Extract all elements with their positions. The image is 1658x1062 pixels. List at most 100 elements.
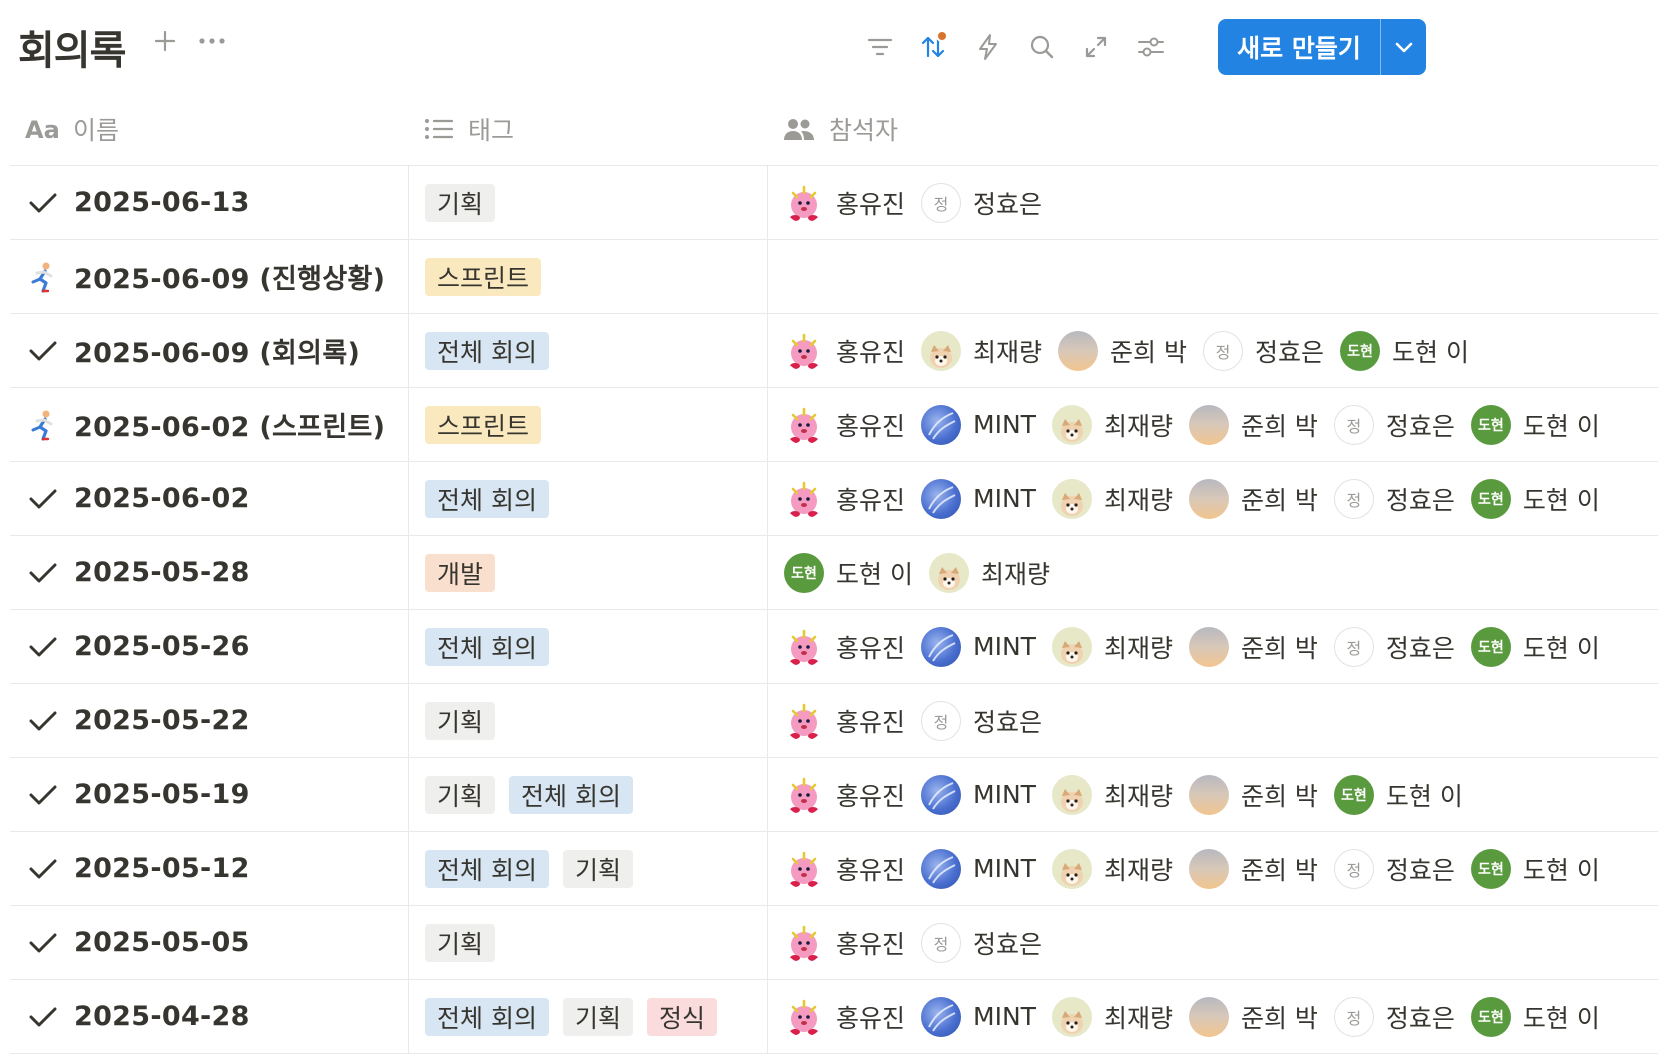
tag-formal: 정식 (646, 997, 717, 1036)
cell-attendees[interactable]: 홍유진 MINT 최재량 준희 박 정 정효은 도현 도현 이 (768, 388, 1648, 461)
attendee-name: 정효은 (1385, 485, 1455, 515)
sort-button[interactable] (916, 30, 950, 64)
cell-attendees[interactable]: 홍유진 MINT 최재량 준희 박 정 정효은 도현 도현 이 (768, 462, 1648, 535)
cell-name[interactable]: 2025-06-09 (회의록) (10, 314, 409, 387)
table-row[interactable]: 2025-06-09 (회의록) 전체 회의 홍유진 최재량 준희 박 정 정효은 도현 도현 … (10, 314, 1658, 388)
attendee: 홍유진 (784, 330, 905, 371)
cell-tags[interactable]: 기획 (409, 166, 768, 239)
avatar (784, 700, 824, 741)
page-title[interactable]: 회의록 (18, 18, 126, 76)
page-icon (26, 778, 60, 812)
cell-name[interactable]: 2025-05-28 (10, 536, 409, 609)
checkmark-icon (29, 637, 57, 656)
table-row[interactable]: 2025-06-13 기획 홍유진 정 정효은 (10, 166, 1658, 240)
cell-name[interactable]: 2025-06-13 (10, 166, 409, 239)
cell-tags[interactable]: 스프린트 (409, 388, 768, 461)
cell-attendees[interactable]: 홍유진 정 정효은 (768, 906, 1648, 979)
tag-all-hands: 전체 회의 (425, 479, 549, 518)
avatar (1188, 996, 1229, 1037)
cell-name[interactable]: 2025-05-22 (10, 684, 409, 757)
table-row[interactable]: 2025-04-28 전체 회의 기획 정식 홍유진 MINT 최재량 준희 박 정 정효은 도현 도… (10, 980, 1658, 1054)
cell-tags[interactable]: 기획 (409, 906, 768, 979)
attendee-name: 도현 이 (1522, 411, 1600, 441)
attendee-name: 도현 이 (1522, 1003, 1600, 1033)
tag-planning: 기획 (425, 701, 496, 740)
table-row[interactable]: 2025-05-28 개발 도현 도현 이 최재량 (10, 536, 1658, 610)
cell-tags[interactable]: 기획 (409, 684, 768, 757)
cell-attendees[interactable]: 홍유진 MINT 최재량 준희 박 정 정효은 도현 도현 이 (768, 610, 1648, 683)
dog-avatar-icon (1060, 492, 1083, 516)
column-header-tags[interactable]: 태그 (409, 92, 768, 165)
checkmark-icon (29, 341, 57, 360)
attendee: 홍유진 (784, 996, 905, 1037)
checkmark-icon (29, 859, 57, 878)
cell-name[interactable]: 2025-05-26 (10, 610, 409, 683)
attendee-name: 최재량 (1103, 855, 1173, 885)
dog-avatar-icon (937, 566, 960, 590)
avatar (784, 774, 824, 815)
cell-tags[interactable]: 전체 회의 (409, 462, 768, 535)
table-row[interactable]: 2025-05-05 기획 홍유진 정 정효은 (10, 906, 1658, 980)
page-name: 2025-04-28 (74, 1001, 250, 1032)
cell-tags[interactable]: 전체 회의 기획 정식 (409, 980, 768, 1053)
cell-tags[interactable]: 전체 회의 기획 (409, 832, 768, 905)
dog-avatar-icon (1060, 640, 1083, 664)
cell-tags[interactable]: 개발 (409, 536, 768, 609)
avatar (784, 922, 824, 963)
page-name: 2025-06-13 (74, 187, 250, 218)
cell-tags[interactable]: 전체 회의 (409, 314, 768, 387)
cell-name[interactable]: 2025-06-09 (진행상황) (10, 240, 409, 313)
attendee-name: 홍유진 (836, 781, 906, 811)
new-page-button[interactable]: 새로 만들기 (1218, 19, 1380, 75)
cell-attendees[interactable]: 도현 도현 이 최재량 (768, 536, 1648, 609)
cell-tags[interactable]: 전체 회의 (409, 610, 768, 683)
automation-button[interactable] (971, 30, 1005, 64)
cell-attendees[interactable] (768, 240, 1648, 313)
attendee-name: 최재량 (980, 559, 1050, 589)
table-row[interactable]: 2025-06-02 (스프린트) 스프린트 홍유진 MINT 최재량 준희 박 정 정효은 도… (10, 388, 1658, 462)
attendee: 도현 도현 이 (1470, 404, 1600, 445)
cell-attendees[interactable]: 홍유진 MINT 최재량 준희 박 도현 도현 이 (768, 758, 1648, 831)
cell-name[interactable]: 2025-05-19 (10, 758, 409, 831)
attendee: 도현 도현 이 (784, 552, 913, 593)
cell-tags[interactable]: 스프린트 (409, 240, 768, 313)
cell-name[interactable]: 2025-05-05 (10, 906, 409, 979)
column-label: 참석자 (829, 115, 899, 145)
cell-name[interactable]: 2025-06-02 (스프린트) (10, 388, 409, 461)
avatar (921, 330, 962, 371)
attendee-name: 준희 박 (1240, 411, 1318, 441)
expand-button[interactable] (1079, 30, 1113, 64)
table-row[interactable]: 2025-05-26 전체 회의 홍유진 MINT 최재량 준희 박 정 정효은 도현 도현 이 (10, 610, 1658, 684)
table-row[interactable]: 2025-05-22 기획 홍유진 정 정효은 (10, 684, 1658, 758)
attendee-name: 준희 박 (1240, 1003, 1318, 1033)
table-row[interactable]: 2025-06-09 (진행상황) 스프린트 (10, 240, 1658, 314)
avatar-initial: 정 (1333, 996, 1374, 1037)
table-row[interactable]: 2025-05-12 전체 회의 기획 홍유진 MINT 최재량 준희 박 정 정효은 도현 도현 … (10, 832, 1658, 906)
more-options-button[interactable] (195, 26, 229, 56)
table-row[interactable]: 2025-06-02 전체 회의 홍유진 MINT 최재량 준희 박 정 정효은 도현 도현 이 (10, 462, 1658, 536)
cell-name[interactable]: 2025-05-12 (10, 832, 409, 905)
attendee-name: 최재량 (973, 337, 1043, 367)
attendee: 정 정효은 (921, 922, 1042, 963)
search-button[interactable] (1025, 30, 1059, 64)
cell-name[interactable]: 2025-04-28 (10, 980, 409, 1053)
new-page-template-dropdown[interactable] (1380, 19, 1426, 75)
column-header-attendees[interactable]: 참석자 (768, 92, 1648, 165)
add-view-button[interactable] (150, 26, 180, 56)
filter-button[interactable] (863, 30, 897, 64)
cell-name[interactable]: 2025-06-02 (10, 462, 409, 535)
cell-attendees[interactable]: 홍유진 MINT 최재량 준희 박 정 정효은 도현 도현 이 (768, 832, 1648, 905)
cell-attendees[interactable]: 홍유진 정 정효은 (768, 684, 1648, 757)
cell-attendees[interactable]: 홍유진 정 정효은 (768, 166, 1648, 239)
cell-attendees[interactable]: 홍유진 최재량 준희 박 정 정효은 도현 도현 이 (768, 314, 1648, 387)
table-row[interactable]: 2025-05-19 기획 전체 회의 홍유진 MINT 최재량 준희 박 도현 도현 이 (10, 758, 1658, 832)
column-header-name[interactable]: Aa 이름 (10, 92, 409, 165)
cell-attendees[interactable]: 홍유진 MINT 최재량 준희 박 정 정효은 도현 도현 이 (768, 980, 1648, 1053)
attendee-name: 홍유진 (836, 929, 906, 959)
view-settings-button[interactable] (1134, 30, 1168, 64)
cell-tags[interactable]: 기획 전체 회의 (409, 758, 768, 831)
page-icon (26, 334, 60, 368)
abstract-avatar-icon (928, 633, 956, 662)
runner-icon (31, 262, 53, 293)
page-name: 2025-06-09 (진행상황) (74, 264, 386, 295)
